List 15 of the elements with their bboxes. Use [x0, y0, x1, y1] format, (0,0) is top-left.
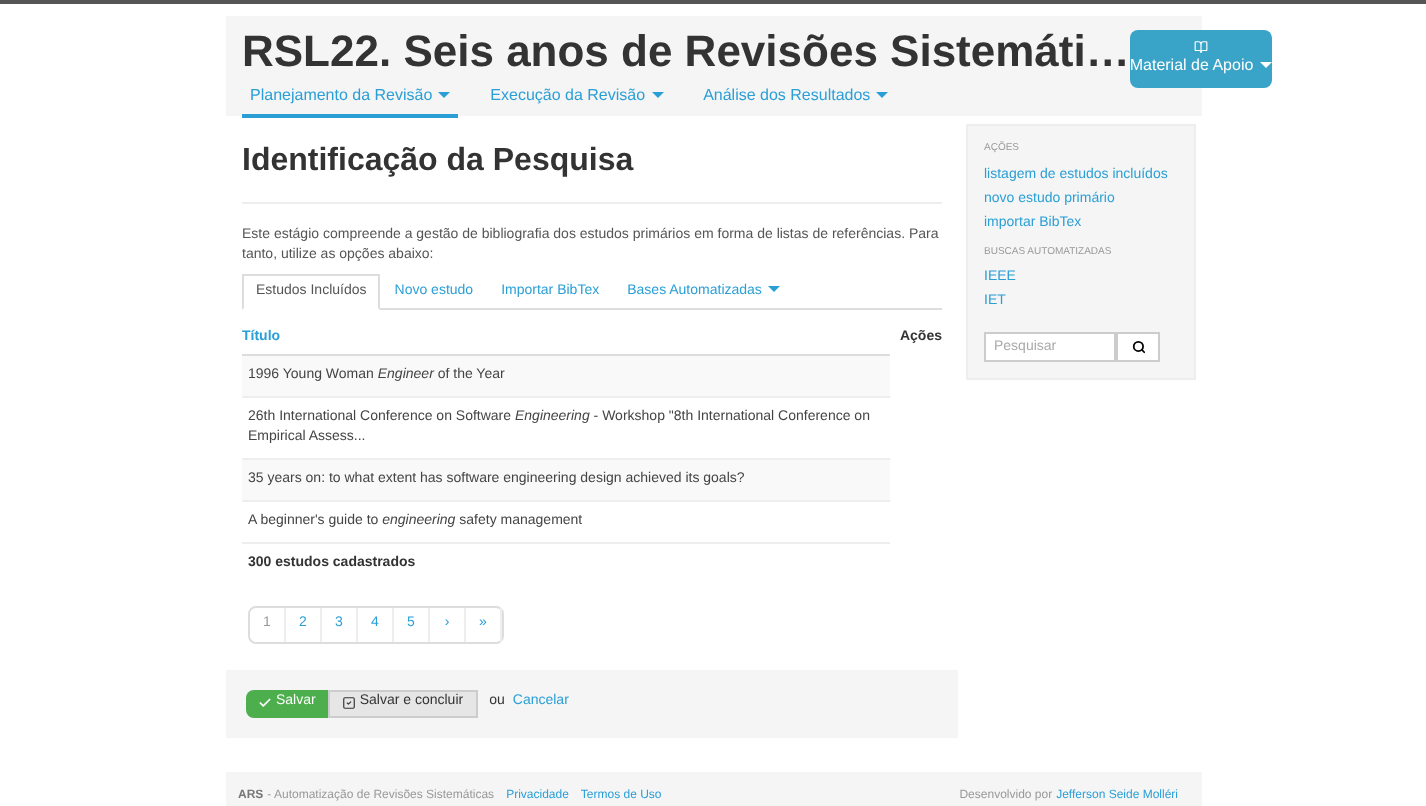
nav-tab[interactable]: Análise dos Resultados — [695, 84, 897, 118]
check-icon — [258, 696, 272, 710]
caret-icon — [876, 92, 889, 99]
caret-icon — [438, 92, 451, 99]
site-title: RSL22. Seis anos de Revisões Sistemáti… — [242, 24, 1130, 80]
support-button[interactable]: Material de Apoio — [1129, 30, 1272, 88]
page-title: Identificação da Pesquisa — [242, 138, 942, 204]
checkbox-icon — [341, 696, 356, 710]
nav-tab[interactable]: Execução da Revisão — [482, 84, 672, 118]
search-button[interactable] — [1116, 332, 1160, 362]
search-icon — [1131, 340, 1145, 354]
caret-icon — [651, 92, 664, 99]
book-icon — [1193, 40, 1208, 54]
caret-icon — [1259, 62, 1272, 69]
nav-tab[interactable]: Planejamento da Revisão — [242, 84, 459, 118]
